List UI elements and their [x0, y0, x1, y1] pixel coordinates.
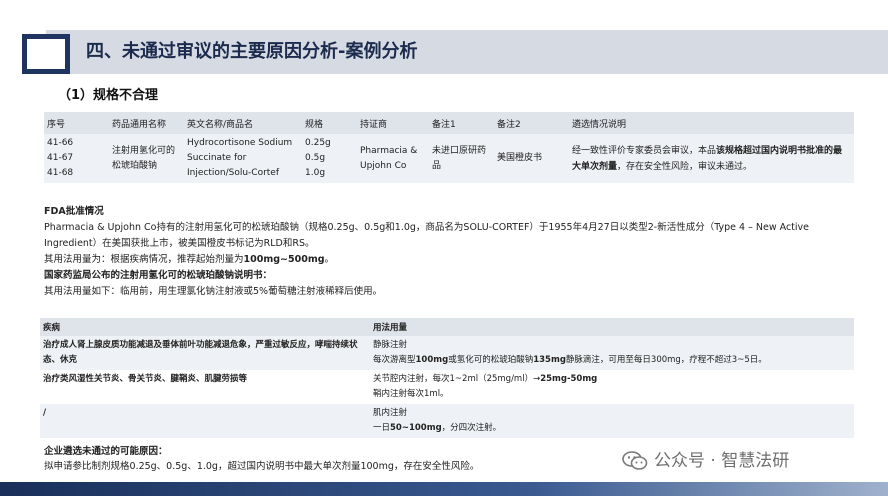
dose-text: 一日50~100mg，分四次注射。 [373, 421, 851, 436]
disease-cell: 治疗成人肾上腺皮质功能减退及垂体前叶功能减退危象，严重过敏反应，哮喘持续状态、休… [40, 336, 370, 370]
id-41-68: 41-68 [47, 168, 74, 178]
table-row: 41-66 41-67 41-68 注射用氢化可的松琥珀酸钠 Hydrocort… [44, 134, 854, 183]
col-header-disease: 疾病 [40, 318, 370, 336]
col-header-note2: 备注2 [494, 112, 569, 134]
dose-bold-1: 100mg [415, 355, 449, 365]
cell-holder: Pharmacia & Upjohn Co [357, 134, 429, 183]
col-header-holder: 持证商 [357, 112, 429, 134]
spec-1-0g: 1.0g [305, 168, 326, 178]
route-pre: 关节腔内注射，每次1~2ml（25mg/ml）→ [373, 374, 541, 384]
fda-dose: 其用法用量为：根据疾病情况，推荐起始剂量为100mg~500mg。 [44, 252, 852, 268]
cell-generic-name: 注射用氢化可的松琥珀酸钠 [109, 134, 184, 183]
explanation-post: ，存在安全性风险，审议未通过。 [617, 161, 753, 172]
dose-pre: 每次游离型 [373, 355, 416, 365]
cell-note2: 美国橙皮书 [494, 134, 569, 183]
disease-cell: / [40, 404, 370, 438]
disease-cell: 治疗类风湿性关节炎、骨关节炎、腱鞘炎、肌腱劳损等 [43, 374, 248, 384]
col-header-note1: 备注1 [429, 112, 494, 134]
cell-ids: 41-66 41-67 41-68 [44, 134, 109, 183]
fda-heading: FDA批准情况 [44, 206, 104, 217]
conclusion-text: 拟申请参比制剂规格0.25g、0.5g、1.0g，超过国内说明书中最大单次剂量1… [44, 461, 480, 472]
footer-bar [0, 482, 888, 496]
explanation-pre: 经一致性评价专家委员会审议，本品 [572, 145, 717, 156]
col-header-generic-name: 药品通用名称 [109, 112, 184, 134]
fda-paragraph: Pharmacia & Upjohn Co持有的注射用氢化可的松琥珀酸钠（规格0… [44, 222, 810, 249]
table-header-row: 疾病 用法用量 [40, 318, 854, 336]
table-row: 治疗类风湿性关节炎、骨关节炎、腱鞘炎、肌腱劳损等 关节腔内注射，每次1~2ml（… [40, 370, 854, 404]
nmpa-text: 其用法用量如下：临用前，用生理氯化钠注射液或5%葡萄糖注射液稀释后使用。 [44, 286, 383, 297]
dosage-cell: 关节腔内注射，每次1~2ml（25mg/ml）→25mg-50mg 鞘内注射每次… [370, 370, 854, 404]
dose-text: 每次游离型100mg或氢化可的松琥珀酸钠135mg静脉滴注，可用至每日300mg… [373, 353, 851, 368]
route-text-2: 鞘内注射每次1ml。 [373, 389, 449, 399]
dose-pre: 一日 [373, 423, 391, 433]
dose-bold-2: 135mg [533, 355, 566, 365]
wechat-icon [622, 451, 648, 471]
cell-specs: 0.25g 0.5g 1.0g [302, 134, 357, 183]
conclusion-section: 企业遴选未通过的可能原因： 拟申请参比制剂规格0.25g、0.5g、1.0g，超… [44, 444, 644, 474]
watermark-text: 公众号 · 智慧法研 [654, 451, 790, 471]
header-square-decoration [22, 34, 70, 74]
dosage-table: 疾病 用法用量 治疗成人肾上腺皮质功能减退及垂体前叶功能减退危象，严重过敏反应，… [40, 318, 854, 438]
fda-dose-bold: 100mg~500mg [243, 254, 325, 265]
cell-explanation: 经一致性评价专家委员会审议，本品该规格超过国内说明书批准的最大单次剂量，存在安全… [569, 134, 854, 183]
route-text: 静脉注射 [373, 340, 408, 350]
dosage-cell: 肌内注射 一日50~100mg，分四次注射。 [370, 404, 854, 438]
page-title: 四、未通过审议的主要原因分析-案例分析 [86, 41, 418, 62]
col-header-id: 序号 [44, 112, 109, 134]
fda-dose-post: 。 [324, 254, 335, 265]
approval-table: 序号 药品通用名称 英文名称/商品名 规格 持证商 备注1 备注2 遴选情况说明… [44, 112, 854, 183]
dose-post: ，分四次注射。 [441, 423, 502, 433]
table-header-row: 序号 药品通用名称 英文名称/商品名 规格 持证商 备注1 备注2 遴选情况说明 [44, 112, 854, 134]
col-header-explanation: 遴选情况说明 [569, 112, 854, 134]
route-text: 肌内注射 [373, 408, 408, 418]
col-header-spec: 规格 [302, 112, 357, 134]
col-header-english-name: 英文名称/商品名 [184, 112, 302, 134]
spec-0-25g: 0.25g [305, 138, 331, 148]
fda-section: FDA批准情况 Pharmacia & Upjohn Co持有的注射用氢化可的松… [44, 204, 852, 300]
route-bold: 25mg-50mg [540, 374, 598, 384]
dose-post: 静脉滴注，可用至每日300mg，疗程不超过3~5日。 [565, 355, 767, 365]
nmpa-heading: 国家药监局公布的注射用氢化可的松琥珀酸钠说明书： [44, 270, 273, 281]
conclusion-heading: 企业遴选未通过的可能原因： [44, 446, 168, 457]
spec-0-5g: 0.5g [305, 153, 326, 163]
fda-dose-pre: 其用法用量为：根据疾病情况，推荐起始剂量为 [44, 254, 244, 265]
cell-english-name: Hydrocortisone Sodium Succinate for Inje… [184, 134, 302, 183]
watermark: 公众号 · 智慧法研 [622, 448, 789, 474]
dosage-cell: 静脉注射 每次游离型100mg或氢化可的松琥珀酸钠135mg静脉滴注，可用至每日… [370, 336, 854, 370]
id-41-67: 41-67 [47, 153, 74, 163]
table-row: 治疗成人肾上腺皮质功能减退及垂体前叶功能减退危象，严重过敏反应，哮喘持续状态、休… [40, 336, 854, 370]
route-text: 关节腔内注射，每次1~2ml（25mg/ml）→25mg-50mg [373, 372, 851, 387]
section-title: （1）规格不合理 [58, 88, 159, 103]
id-41-66: 41-66 [47, 138, 74, 148]
dose-bold: 50~100mg [390, 423, 442, 433]
cell-note1: 未进口原研药品 [429, 134, 494, 183]
dose-mid: 或氢化可的松琥珀酸钠 [448, 355, 534, 365]
table-row: / 肌内注射 一日50~100mg，分四次注射。 [40, 404, 854, 438]
col-header-dosage: 用法用量 [370, 318, 854, 336]
